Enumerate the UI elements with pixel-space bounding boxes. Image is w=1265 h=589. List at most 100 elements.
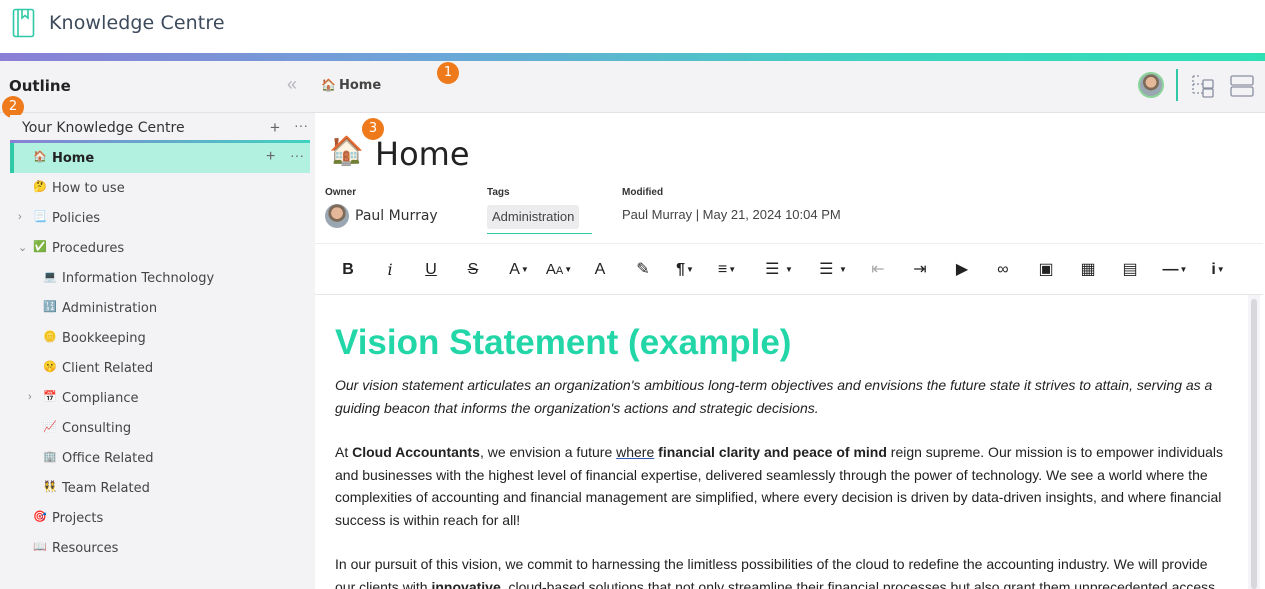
sidebar-item-client-related[interactable]: 🤫 Client Related: [10, 353, 310, 383]
indent-button[interactable]: ⇥: [909, 258, 931, 282]
tree-view-icon[interactable]: [1190, 73, 1216, 99]
sidebar-item-label: Bookkeeping: [62, 331, 146, 346]
paragraph-2: In our pursuit of this vision, we commit…: [335, 556, 1216, 589]
sidebar-item-label: Projects: [52, 511, 104, 526]
chevron-right-icon[interactable]: ›: [28, 391, 32, 403]
sidebar-item-label: Office Related: [62, 451, 154, 466]
sidebar-item-procedures[interactable]: ⌄ ✅ Procedures: [10, 233, 310, 263]
page-emoji-icon: 📃: [33, 211, 47, 223]
outline-header: Outline «: [0, 61, 315, 113]
document-heading: Vision Statement (example): [335, 323, 792, 362]
root-label: Your Knowledge Centre: [22, 120, 185, 136]
sidebar-item-team-related[interactable]: 👯 Team Related: [10, 473, 310, 503]
sidebar-item-resources[interactable]: 📖 Resources: [10, 533, 310, 563]
header-divider: [1176, 69, 1178, 101]
book-icon: [12, 8, 35, 38]
sidebar-item-policies[interactable]: › 📃 Policies: [10, 203, 310, 233]
chevron-right-icon[interactable]: ›: [18, 211, 22, 223]
page-content: 3 🏠 Home Owner Paul Murray Tags Administ…: [315, 113, 1265, 589]
add-subpage-icon[interactable]: +: [266, 148, 275, 166]
pdf-button[interactable]: ▤: [1119, 258, 1141, 282]
align-button[interactable]: ≡▼: [710, 258, 744, 282]
text-case-button[interactable]: AA▼: [542, 258, 576, 282]
tag-chip[interactable]: Administration: [487, 205, 580, 229]
highlight-button[interactable]: ✎: [632, 258, 654, 282]
app-header: Knowledge Centre: [0, 0, 1265, 53]
bold-button[interactable]: B: [339, 258, 357, 282]
breadcrumb-bar: 🏠 Home 1: [315, 61, 1265, 113]
avatar[interactable]: [1138, 72, 1164, 98]
sidebar-item-label: Consulting: [62, 421, 132, 436]
sidebar-item-administration[interactable]: 🔢 Administration: [10, 293, 310, 323]
page-emoji-icon: 📈: [43, 421, 57, 433]
sidebar-item-label: Procedures: [52, 241, 125, 256]
sidebar-item-home[interactable]: 🏠 Home + ···: [10, 143, 310, 173]
sidebar-item-label: Home: [52, 151, 95, 166]
sidebar-item-label: Client Related: [62, 361, 154, 376]
page-emoji-icon: 🤫: [43, 361, 57, 373]
sidebar-item-projects[interactable]: 🎯 Projects: [10, 503, 310, 533]
sidebar-item-label: Administration: [62, 301, 158, 316]
outdent-button[interactable]: ⇤: [867, 258, 889, 282]
page-emoji-icon: 🔢: [43, 301, 57, 313]
chevron-down-icon[interactable]: ⌄: [18, 241, 27, 254]
sidebar-item-bookkeeping[interactable]: 🪙 Bookkeeping: [10, 323, 310, 353]
owner-avatar: [325, 204, 349, 228]
numbered-list-button[interactable]: ☰ ▼: [757, 258, 801, 282]
split-view-icon[interactable]: [1229, 73, 1255, 99]
sidebar-item-label: Compliance: [62, 391, 139, 406]
sidebar-item-how-to-use[interactable]: 🤔 How to use: [10, 173, 310, 203]
header-gradient-bar: [0, 53, 1265, 61]
breadcrumb[interactable]: Home: [339, 78, 381, 93]
table-button[interactable]: ▦: [1077, 258, 1099, 282]
paragraph-style-button[interactable]: ¶▼: [667, 258, 703, 282]
more-options-icon[interactable]: ···: [294, 117, 308, 133]
owner-name[interactable]: Paul Murray: [355, 208, 438, 224]
info-button[interactable]: i▼: [1203, 258, 1233, 282]
outline-tree: 🏠 Home + ··· 🤔 How to use › 📃 Policies ⌄ ✅ Procedur…: [10, 143, 310, 563]
app-title: Knowledge Centre: [49, 12, 225, 34]
sidebar-item-label: Team Related: [62, 481, 150, 496]
bullet-list-button[interactable]: ☰ ▼: [811, 258, 855, 282]
editor-toolbar: B i U S A▼ AA▼ A ✎ ¶▼ ≡▼ ☰ ▼ ☰ ▼ ⇤ ⇥ ▶ ∞…: [315, 243, 1263, 295]
underline-button[interactable]: U: [422, 258, 440, 282]
page-title[interactable]: Home: [375, 135, 470, 173]
strikethrough-button[interactable]: S: [464, 258, 482, 282]
page-emoji-icon: 📅: [43, 391, 57, 403]
sidebar-item-label: Information Technology: [62, 271, 215, 286]
tag-underline: [487, 233, 592, 234]
page-emoji-icon: 🎯: [33, 511, 47, 523]
scrollbar[interactable]: [1251, 299, 1257, 589]
page-icon[interactable]: 🏠: [329, 135, 364, 167]
collapse-panel-icon[interactable]: «: [287, 75, 305, 93]
modified-value: Paul Murray | May 21, 2024 10:04 PM: [622, 207, 841, 222]
outline-panel: Outline « 2 Your Knowledge Centre + ··· …: [0, 61, 315, 589]
page-emoji-icon: 👯: [43, 481, 57, 493]
sidebar-item-label: Resources: [52, 541, 119, 556]
italic-button[interactable]: i: [382, 258, 398, 282]
sidebar-item-label: Policies: [52, 211, 101, 226]
font-size-button[interactable]: A▼: [503, 258, 535, 282]
sidebar-item-label: How to use: [52, 181, 125, 196]
page-emoji-icon: 🏠: [33, 151, 47, 163]
add-page-icon[interactable]: +: [270, 118, 280, 138]
page-emoji-icon: 🤔: [33, 181, 47, 193]
link-button[interactable]: ∞: [992, 258, 1014, 282]
horizontal-rule-button[interactable]: —▼: [1159, 258, 1191, 282]
video-button[interactable]: ▶: [951, 258, 973, 282]
document-body[interactable]: Vision Statement (example) Our vision st…: [335, 295, 1235, 589]
sidebar-item-consulting[interactable]: 📈 Consulting: [10, 413, 310, 443]
sidebar-item-information-technology[interactable]: 💻 Information Technology: [10, 263, 310, 293]
intro-paragraph: Our vision statement articulates an orga…: [335, 377, 1213, 416]
more-options-icon[interactable]: ···: [290, 147, 304, 163]
sidebar-item-compliance[interactable]: › 📅 Compliance: [10, 383, 310, 413]
page-emoji-icon: 🪙: [43, 331, 57, 343]
sidebar-item-office-related[interactable]: 🏢 Office Related: [10, 443, 310, 473]
page-emoji-icon: 💻: [43, 271, 57, 283]
modified-label: Modified: [622, 187, 664, 198]
outline-title: Outline: [9, 77, 71, 95]
page-emoji-icon: ✅: [33, 241, 47, 253]
knowledge-centre-root[interactable]: Your Knowledge Centre + ···: [10, 115, 310, 143]
image-button[interactable]: ▣: [1035, 258, 1057, 282]
font-color-button[interactable]: A: [591, 258, 609, 282]
